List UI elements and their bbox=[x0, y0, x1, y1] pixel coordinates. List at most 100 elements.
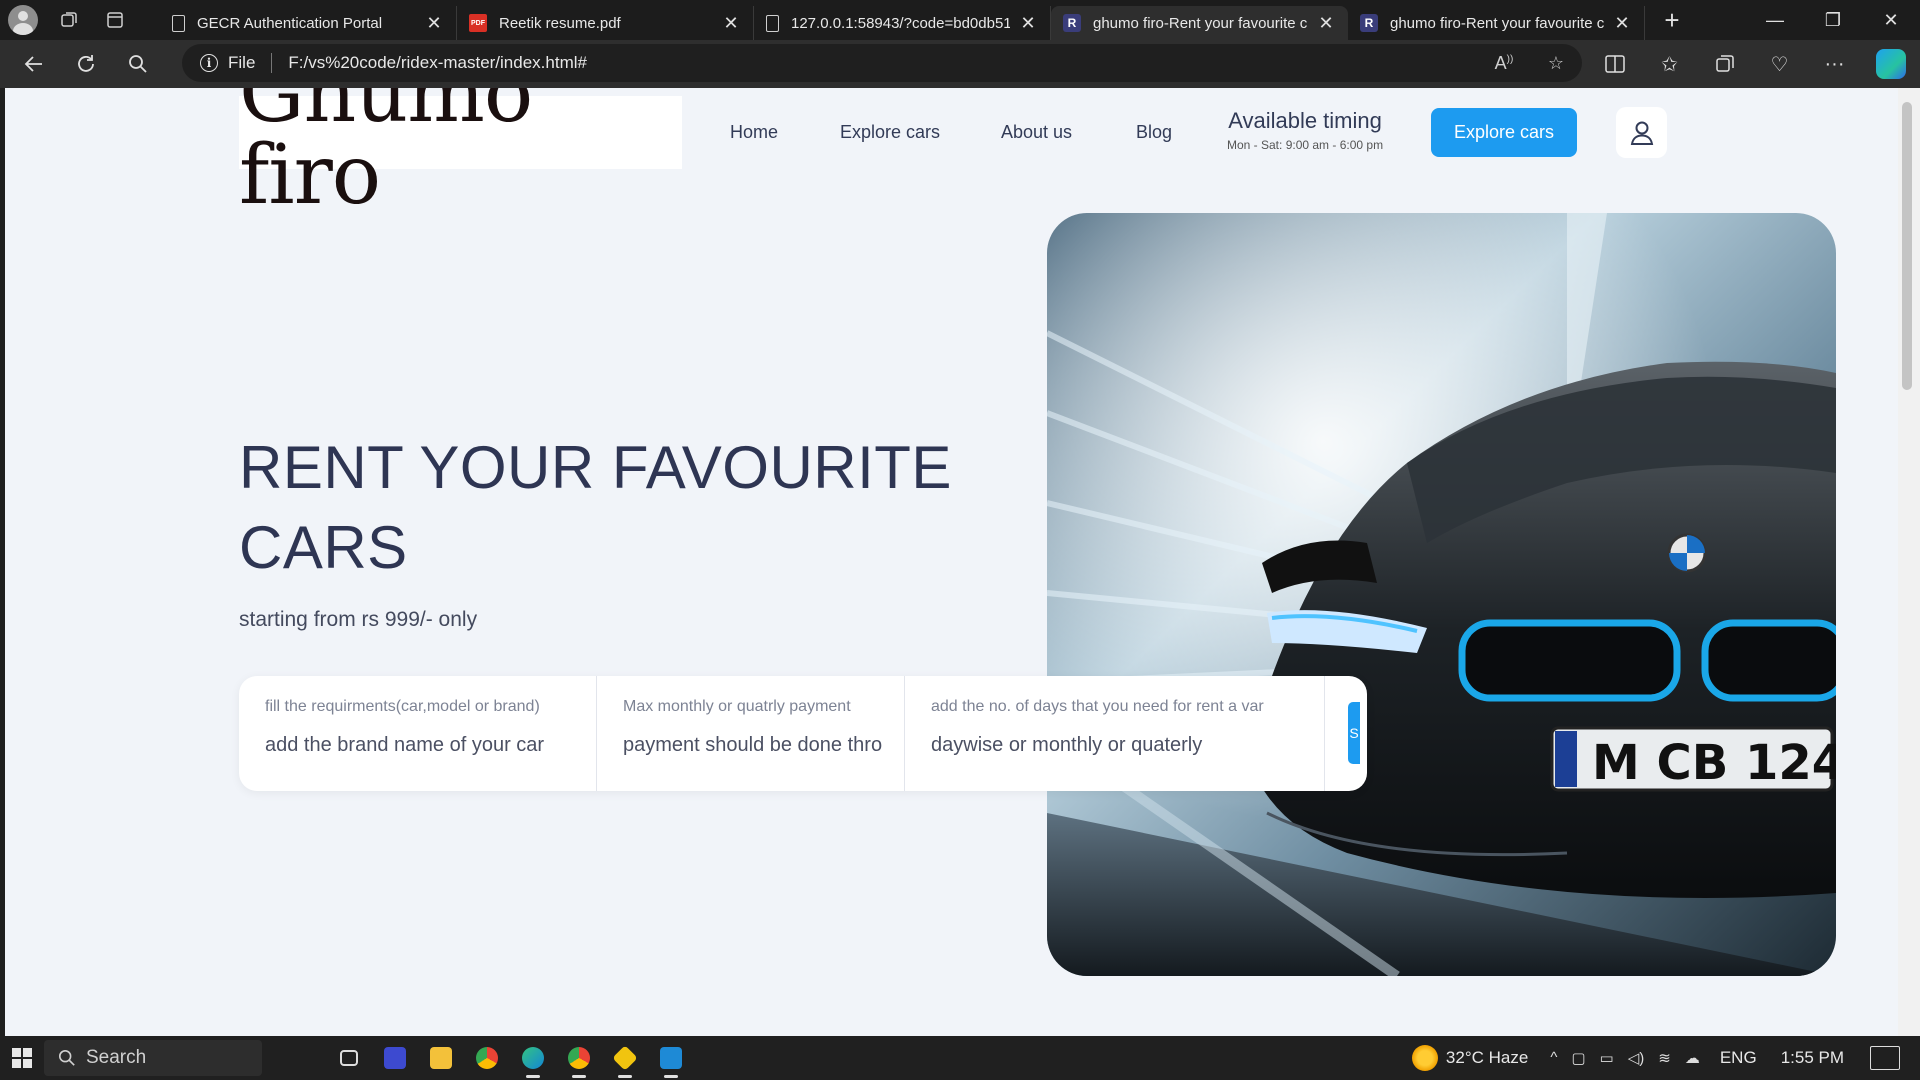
scrollbar-thumb[interactable] bbox=[1902, 102, 1912, 390]
weather-text: 32°C Haze bbox=[1445, 1048, 1529, 1067]
copilot-icon[interactable] bbox=[1876, 49, 1906, 79]
device-icon[interactable]: ▢ bbox=[1571, 1049, 1585, 1067]
wifi-icon[interactable]: ≋ bbox=[1658, 1049, 1671, 1067]
read-aloud-icon[interactable]: A)) bbox=[1478, 53, 1530, 74]
windows-start-icon[interactable] bbox=[0, 1036, 44, 1080]
search-icon[interactable] bbox=[112, 40, 164, 88]
vscode-icon[interactable] bbox=[648, 1036, 694, 1080]
url-text[interactable]: F:/vs%20code/ridex-master/index.html# bbox=[288, 53, 587, 73]
close-tab-icon[interactable]: ✕ bbox=[1612, 13, 1632, 34]
more-menu-icon[interactable]: ··· bbox=[1807, 40, 1862, 88]
collections-icon[interactable] bbox=[1697, 40, 1752, 88]
edge-icon[interactable] bbox=[510, 1036, 556, 1080]
address-divider bbox=[271, 53, 273, 73]
field-label: Max monthly or quatrly payment bbox=[623, 698, 851, 715]
tab-title: GECR Authentication Portal bbox=[197, 14, 383, 32]
browser-tab-active[interactable]: R ghumo firo-Rent your favourite c ✕ bbox=[1051, 6, 1348, 40]
tab-title: ghumo firo-Rent your favourite c bbox=[1093, 14, 1308, 32]
app-icon[interactable] bbox=[372, 1036, 418, 1080]
browser-tab[interactable]: GECR Authentication Portal ✕ bbox=[160, 6, 457, 40]
requirements-input[interactable]: add the brand name of your car bbox=[265, 734, 570, 757]
pdf-icon: PDF bbox=[469, 14, 487, 32]
requirements-field[interactable]: fill the requirments(car,model or brand)… bbox=[239, 676, 597, 791]
close-tab-icon[interactable]: ✕ bbox=[424, 13, 444, 34]
address-toolbar: i File F:/vs%20code/ridex-master/index.h… bbox=[0, 40, 1920, 88]
browser-tab[interactable]: R ghumo firo-Rent your favourite c ✕ bbox=[1348, 6, 1645, 40]
nav-link-blog[interactable]: Blog bbox=[1136, 122, 1172, 143]
cloud-icon[interactable]: ☁ bbox=[1685, 1049, 1700, 1067]
file-explorer-icon[interactable] bbox=[418, 1036, 464, 1080]
taskbar-search-label: Search bbox=[86, 1047, 147, 1068]
taskbar-apps bbox=[326, 1036, 694, 1080]
timing-title: Available timing bbox=[1228, 108, 1382, 133]
chrome-icon[interactable] bbox=[556, 1036, 602, 1080]
available-timing: Available timing Mon - Sat: 9:00 am - 6:… bbox=[1227, 108, 1383, 152]
workspaces-icon[interactable] bbox=[46, 0, 92, 40]
hero-title: RENT YOUR FAVOURITE CARS bbox=[239, 428, 952, 588]
task-view-icon[interactable] bbox=[326, 1036, 372, 1080]
search-submit-button[interactable]: S bbox=[1348, 702, 1360, 764]
favorites-icon[interactable]: ✩ bbox=[1642, 40, 1697, 88]
r-icon: R bbox=[1063, 14, 1081, 32]
profile-avatar-icon[interactable] bbox=[0, 0, 46, 40]
hero-title-line: RENT YOUR FAVOURITE bbox=[239, 434, 952, 501]
nav-link-home[interactable]: Home bbox=[730, 122, 778, 143]
payment-field[interactable]: Max monthly or quatrly payment payment s… bbox=[597, 676, 905, 791]
close-tab-icon[interactable]: ✕ bbox=[1018, 13, 1038, 34]
r-icon: R bbox=[1360, 14, 1378, 32]
browser-tab[interactable]: PDF Reetik resume.pdf ✕ bbox=[457, 6, 754, 40]
document-icon bbox=[172, 14, 185, 32]
scheme-label: File bbox=[228, 53, 256, 72]
page-scrollbar[interactable] bbox=[1898, 88, 1920, 1036]
site-logo[interactable]: Ghumo firo bbox=[239, 88, 682, 216]
document-icon bbox=[766, 14, 779, 32]
battery-icon[interactable]: ▭ bbox=[1600, 1049, 1614, 1067]
taskbar-search[interactable]: Search bbox=[44, 1040, 262, 1076]
clock[interactable]: 1:55 PM bbox=[1781, 1048, 1844, 1068]
vertical-tabs-icon[interactable] bbox=[92, 0, 138, 40]
field-label: fill the requirments(car,model or brand) bbox=[265, 698, 540, 715]
hero-title-line: CARS bbox=[239, 514, 408, 581]
tray-icons: ^ ▢ ▭ ◁) ≋ ☁ bbox=[1550, 1049, 1700, 1067]
back-arrow-icon[interactable] bbox=[8, 40, 60, 88]
git-icon[interactable] bbox=[602, 1036, 648, 1080]
weather-widget[interactable]: 32°C Haze bbox=[1411, 1045, 1529, 1071]
user-account-button[interactable] bbox=[1616, 107, 1667, 158]
payment-input[interactable]: payment should be done thro bbox=[623, 734, 882, 757]
minimize-icon[interactable]: — bbox=[1746, 0, 1804, 40]
browser-tools: ✩ ♡ ··· bbox=[1587, 40, 1920, 88]
explore-cars-button[interactable]: Explore cars bbox=[1431, 108, 1577, 157]
chevron-up-icon[interactable]: ^ bbox=[1550, 1049, 1557, 1067]
site-info-icon[interactable]: i bbox=[200, 54, 218, 72]
nav-link-about-us[interactable]: About us bbox=[1001, 122, 1072, 143]
hero-car-image: M CB 1247 bbox=[1047, 213, 1836, 976]
system-tray: 32°C Haze ^ ▢ ▭ ◁) ≋ ☁ ENG 1:55 PM bbox=[1411, 1036, 1920, 1080]
notification-icon[interactable] bbox=[1870, 1046, 1900, 1070]
close-tab-icon[interactable]: ✕ bbox=[721, 13, 741, 34]
windows-taskbar: Search 32°C Haze ^ ▢ ▭ ◁) ≋ ☁ ENG 1:55 P… bbox=[0, 1036, 1920, 1080]
rental-days-field[interactable]: add the no. of days that you need for re… bbox=[905, 676, 1325, 791]
nav-link-explore-cars[interactable]: Explore cars bbox=[840, 122, 940, 143]
new-tab-button[interactable]: + bbox=[1649, 0, 1695, 40]
refresh-icon[interactable] bbox=[60, 40, 112, 88]
browser-essentials-icon[interactable]: ♡ bbox=[1752, 40, 1807, 88]
search-icon bbox=[58, 1049, 75, 1066]
split-screen-icon[interactable] bbox=[1587, 40, 1642, 88]
address-bar[interactable]: i File F:/vs%20code/ridex-master/index.h… bbox=[182, 44, 1582, 82]
favorite-star-icon[interactable]: ☆ bbox=[1530, 53, 1582, 74]
close-window-icon[interactable]: ✕ bbox=[1862, 0, 1920, 40]
close-tab-icon[interactable]: ✕ bbox=[1316, 13, 1336, 34]
user-icon bbox=[1630, 121, 1653, 145]
browser-tab[interactable]: 127.0.0.1:58943/?code=bd0db51 ✕ bbox=[754, 6, 1051, 40]
license-plate-text: M CB 1247 bbox=[1592, 735, 1836, 791]
chrome-icon[interactable] bbox=[464, 1036, 510, 1080]
tab-title: ghumo firo-Rent your favourite c bbox=[1390, 14, 1604, 32]
window-controls: — ❐ ✕ bbox=[1746, 0, 1920, 40]
restore-icon[interactable]: ❐ bbox=[1804, 0, 1862, 40]
language-indicator[interactable]: ENG bbox=[1720, 1048, 1757, 1068]
tab-list: GECR Authentication Portal ✕ PDF Reetik … bbox=[160, 0, 1645, 40]
timing-hours: Mon - Sat: 9:00 am - 6:00 pm bbox=[1227, 138, 1384, 152]
rental-days-input[interactable]: daywise or monthly or quaterly bbox=[931, 734, 1298, 757]
volume-icon[interactable]: ◁) bbox=[1628, 1049, 1645, 1067]
tab-title: 127.0.0.1:58943/?code=bd0db51 bbox=[791, 14, 1010, 32]
